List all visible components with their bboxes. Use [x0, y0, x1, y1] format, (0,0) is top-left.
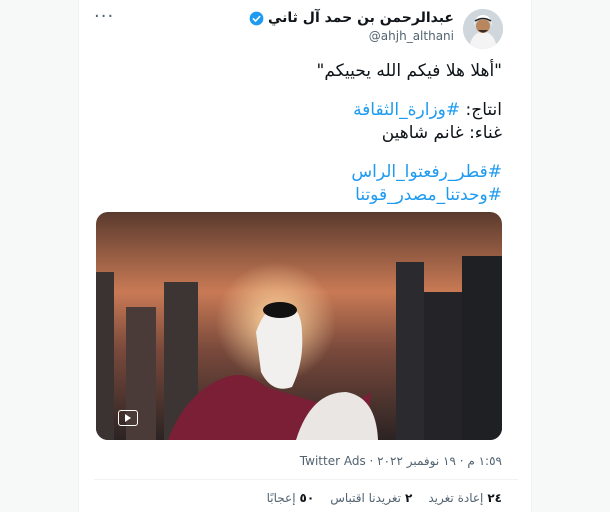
- author-name[interactable]: عبدالرحمن بن حمد آل ثاني: [268, 10, 454, 26]
- quotes-stat[interactable]: ٢تغريدنا اقتباس: [330, 491, 412, 505]
- divider: [94, 479, 518, 480]
- likes-count: ٥٠: [299, 491, 315, 505]
- tweet-text: "أهلا هلا فيكم الله يحييكم" انتاج: #وزار…: [102, 60, 502, 207]
- production-label: انتاج:: [465, 100, 502, 120]
- likes-stat[interactable]: ٥٠إعجابًا: [267, 491, 315, 505]
- production-line: انتاج: #وزارة_الثقافة: [102, 99, 502, 122]
- author-handle[interactable]: @ahjh_althani: [369, 29, 454, 43]
- quote-line: "أهلا هلا فيكم الله يحييكم": [316, 61, 502, 81]
- quotes-label: تغريدنا اقتباس: [330, 491, 402, 505]
- more-options-icon[interactable]: ···: [94, 6, 114, 27]
- retweets-label: إعادة تغريد: [428, 491, 484, 505]
- hashtag-qatar[interactable]: #قطر_رفعتوا_الراس: [102, 161, 502, 184]
- author-row[interactable]: عبدالرحمن بن حمد آل ثاني: [249, 10, 454, 26]
- tweet-meta[interactable]: ١:٥٩ م · ١٩ نوفمبر ٢٠٢٢ · Twitter Ads: [300, 454, 502, 468]
- hashtag-ministry-of-culture[interactable]: #وزارة_الثقافة: [353, 100, 460, 120]
- retweets-stat[interactable]: ٢٤إعادة تغريد: [428, 491, 502, 505]
- page-side-left: [0, 0, 79, 512]
- hashtag-unity[interactable]: #وحدتنا_مصدر_قوتنا: [102, 184, 502, 207]
- singing-line: غناء: غانم شاهين: [381, 123, 502, 143]
- quotes-count: ٢: [405, 491, 413, 505]
- page-side-right: [531, 0, 610, 512]
- retweets-count: ٢٤: [487, 491, 502, 505]
- verified-badge-icon: [249, 11, 264, 25]
- tweet-stats: ٢٤إعادة تغريد ٢تغريدنا اقتباس ٥٠إعجابًا: [267, 491, 502, 505]
- avatar[interactable]: [463, 9, 503, 49]
- video-play-icon[interactable]: [118, 410, 138, 426]
- video-thumbnail[interactable]: [96, 212, 502, 440]
- likes-label: إعجابًا: [266, 491, 296, 505]
